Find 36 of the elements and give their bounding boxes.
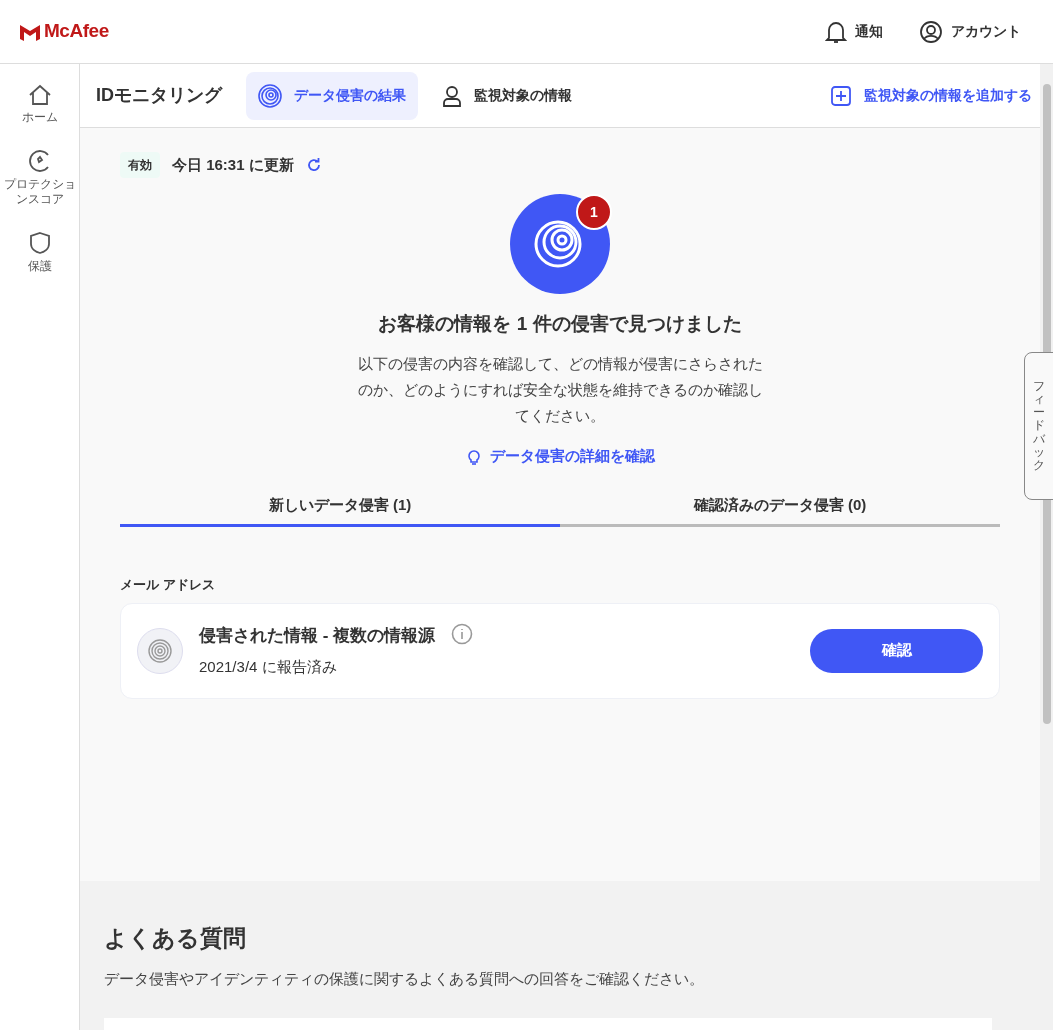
update-time: 今日 16:31 に更新	[172, 154, 294, 175]
home-icon	[27, 84, 52, 106]
page-title: IDモニタリング	[96, 84, 222, 107]
status-badge: 有効	[120, 152, 160, 178]
add-monitoring-link[interactable]: 監視対象の情報を追加する	[830, 84, 1032, 107]
notifications-button[interactable]: 通知	[825, 19, 883, 44]
person-icon	[442, 84, 462, 107]
breach-tab[interactable]: 確認済みのデータ侵害 (0)	[560, 487, 1000, 527]
sidebar-item[interactable]: プロテクションスコア	[0, 149, 79, 207]
sidebar-item[interactable]: ホーム	[0, 84, 79, 125]
tab[interactable]: 監視対象の情報	[430, 71, 584, 120]
faq-description: データ侵害やアイデンティティの保護に関するよくある質問への回答をご確認ください。	[104, 968, 705, 989]
feedback-tab[interactable]: フィードバック	[1024, 352, 1053, 500]
bell-icon	[825, 19, 847, 44]
sidebar-item[interactable]: 保護	[0, 231, 79, 274]
plus-icon	[830, 84, 852, 107]
fingerprint-icon	[258, 83, 282, 108]
refresh-icon[interactable]	[305, 157, 322, 173]
breach-details-link[interactable]: データ侵害の詳細を確認	[465, 444, 655, 467]
faq-title: よくある質問	[104, 924, 247, 953]
info-icon[interactable]	[451, 622, 474, 645]
score-icon	[27, 149, 52, 173]
count-badge: 1	[576, 194, 612, 230]
result-heading: お客様の情報を 1 件の侵害で見つけました	[378, 312, 742, 336]
mcafee-logo[interactable]: McAfee	[20, 17, 109, 46]
breach-tab[interactable]: 新しいデータ侵害 (1)	[120, 487, 560, 527]
fingerprint-avatar-icon	[137, 627, 183, 674]
review-button[interactable]: 確認	[810, 628, 983, 673]
shield-icon	[28, 231, 51, 255]
account-button[interactable]: アカウント	[919, 19, 1021, 44]
section-label: メール アドレス	[120, 576, 216, 594]
account-icon	[919, 19, 943, 44]
breach-date: 2021/3/4 に報告済み	[199, 657, 338, 677]
breach-title: 侵害された情報 - 複数の情報源	[199, 624, 436, 647]
result-description: 以下の侵害の内容を確認して、どの情報が侵害にさらされたのか、どのようにすれば安全な状態を維持できるのか確認してください。	[356, 353, 764, 426]
tab[interactable]: データ侵害の結果	[246, 71, 418, 120]
